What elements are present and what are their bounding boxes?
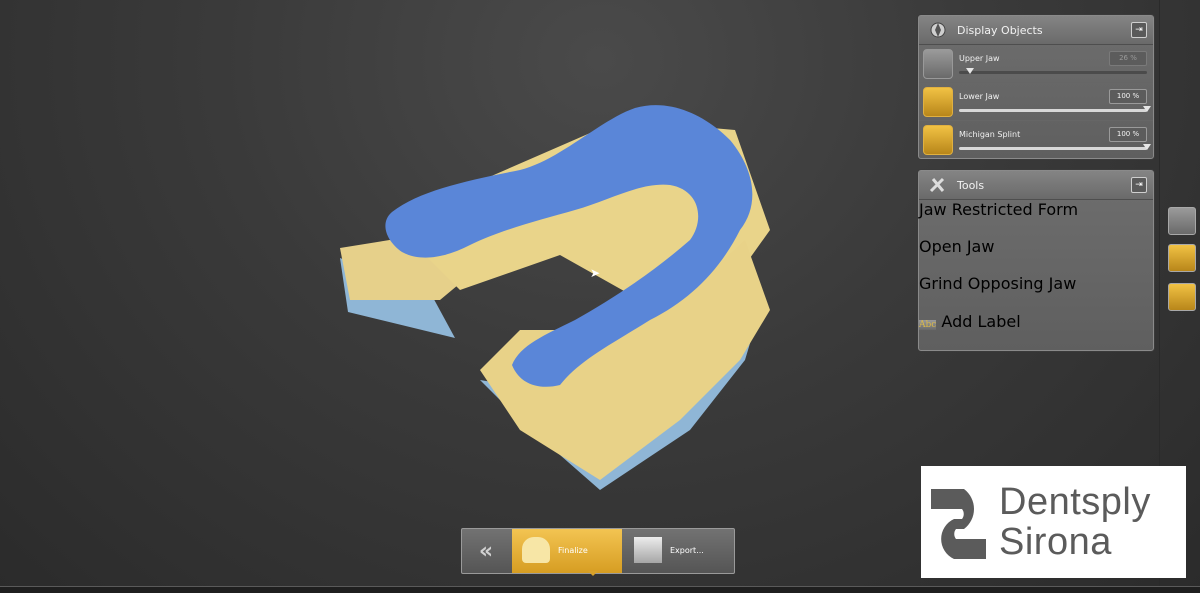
display-objects-panel: Display Objects ⇥ Upper Jaw 26 % Lower J… <box>918 15 1154 159</box>
dentsply-sirona-logo: Dentsply Sirona <box>921 466 1186 578</box>
pin-panel-icon[interactable]: ⇥ <box>1131 22 1147 38</box>
add-label-icon[interactable]: Abc <box>919 320 937 330</box>
display-object-lower-jaw[interactable]: Lower Jaw 100 % <box>919 83 1153 121</box>
export-button[interactable]: Export... <box>624 529 734 573</box>
michigan-splint-icon[interactable] <box>923 125 953 155</box>
display-object-michigan-splint[interactable]: Michigan Splint 100 % <box>919 121 1153 158</box>
opacity-slider[interactable] <box>959 106 1151 112</box>
tool-label: Jaw Restricted Form <box>919 200 1079 219</box>
logo-s-icon <box>931 489 986 559</box>
slider-thumb[interactable] <box>1143 144 1151 150</box>
cube-view-icon[interactable] <box>1168 207 1196 235</box>
tool-label: Open Jaw <box>919 237 995 256</box>
pin-panel-icon[interactable]: ⇥ <box>1131 177 1147 193</box>
slider-thumb[interactable] <box>966 68 974 74</box>
tool-add-label[interactable]: Abc Add Label <box>919 311 1153 348</box>
slider-fill <box>959 109 1147 112</box>
tools-panel: Tools ⇥ Jaw Restricted Form Open Jaw Gri… <box>918 170 1154 351</box>
export-label: Export... <box>670 546 704 555</box>
logo-line2: Sirona <box>999 521 1112 563</box>
object-label: Upper Jaw <box>959 54 1000 63</box>
tools-title: Tools <box>957 178 985 192</box>
display-objects-icon <box>925 19 951 41</box>
export-icon <box>634 537 662 563</box>
upper-jaw-icon[interactable] <box>923 49 953 79</box>
tools-header: Tools ⇥ <box>919 171 1153 200</box>
display-objects-header: Display Objects ⇥ <box>919 16 1153 45</box>
tool-label: Add Label <box>941 312 1021 331</box>
opacity-value[interactable]: 26 % <box>1109 51 1147 66</box>
opacity-slider[interactable] <box>959 144 1151 150</box>
slider-fill <box>959 147 1147 150</box>
opacity-value[interactable]: 100 % <box>1109 127 1147 142</box>
tool-open-jaw[interactable]: Open Jaw <box>919 237 1153 274</box>
lower-jaw-icon[interactable] <box>923 87 953 117</box>
back-button[interactable]: « <box>462 529 510 573</box>
tool-grind-opposing-jaw[interactable]: Grind Opposing Jaw <box>919 274 1153 311</box>
mouse-cursor-icon: ➤ <box>590 266 601 280</box>
opacity-slider[interactable] <box>959 68 1147 74</box>
object-label: Michigan Splint <box>959 130 1021 139</box>
double-chevron-left-icon: « <box>478 538 494 564</box>
object-label: Lower Jaw <box>959 92 1000 101</box>
finalize-label: Finalize <box>558 546 588 555</box>
workflow-bar: « Finalize Export... <box>461 528 735 574</box>
finalize-button[interactable]: Finalize <box>512 529 622 573</box>
active-step-caret <box>588 571 598 576</box>
slider-thumb[interactable] <box>1143 106 1151 112</box>
tools-icon <box>925 174 951 196</box>
display-objects-toggle-icon[interactable] <box>1168 283 1196 311</box>
opacity-value[interactable]: 100 % <box>1109 89 1147 104</box>
display-object-upper-jaw[interactable]: Upper Jaw 26 % <box>919 45 1153 83</box>
display-objects-title: Display Objects <box>957 23 1043 37</box>
tool-jaw-restricted-form[interactable]: Jaw Restricted Form <box>919 200 1153 237</box>
tool-label: Grind Opposing Jaw <box>919 274 1077 293</box>
tools-toggle-icon[interactable] <box>1168 244 1196 272</box>
logo-line1: Dentsply <box>999 481 1151 523</box>
finalize-icon <box>522 537 550 563</box>
